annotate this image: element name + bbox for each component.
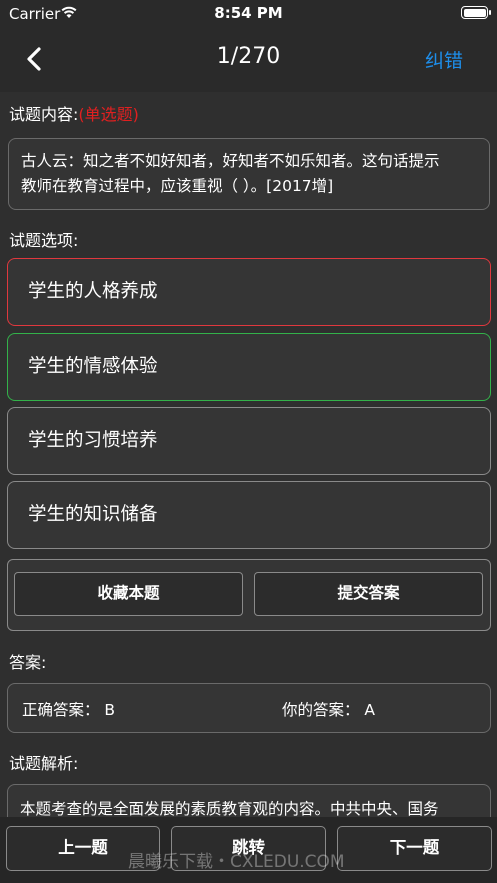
question-text-box: 古人云：知之者不如好知者，好知者不如乐知者。这句话提示 教师在教育过程中，应该重…	[8, 138, 490, 210]
next-question-button[interactable]: 下一题	[337, 826, 492, 871]
clock: 8:54 PM	[214, 4, 283, 22]
bottom-toolbar: 上一题 跳转 下一题	[0, 817, 497, 883]
options-section-label: 试题选项:	[9, 231, 79, 250]
option-d[interactable]: 学生的知识储备	[7, 481, 491, 549]
jump-button[interactable]: 跳转	[171, 826, 326, 871]
submit-answer-button[interactable]: 提交答案	[254, 572, 483, 616]
question-content: 试题内容:(单选题) 古人云：知之者不如好知者，好知者不如乐知者。这句话提示 教…	[0, 92, 497, 844]
your-answer: 你的答案： A	[282, 701, 376, 719]
option-b[interactable]: 学生的情感体验	[7, 333, 491, 401]
analysis-text: 本题考查的是全面发展的素质教育观的内容。中共中央、国务	[20, 800, 439, 818]
analysis-section-label: 试题解析:	[9, 754, 79, 773]
report-error-button[interactable]: 纠错	[425, 46, 463, 73]
navigation-bar: 1/270 纠错	[0, 26, 497, 92]
answer-box: 正确答案： B 你的答案： A	[7, 683, 491, 733]
action-panel: 收藏本题 提交答案	[7, 559, 491, 631]
battery-icon	[461, 6, 491, 19]
answer-section-label: 答案:	[9, 653, 47, 672]
status-bar: Carrier 8:54 PM	[0, 0, 497, 26]
question-section-label: 试题内容:(单选题)	[9, 101, 139, 125]
option-a[interactable]: 学生的人格养成	[7, 258, 491, 326]
correct-answer: 正确答案： B	[22, 701, 116, 719]
question-text-line-1: 古人云：知之者不如好知者，好知者不如乐知者。这句话提示	[21, 152, 440, 170]
question-text-line-2: 教师在教育过程中，应该重视（ ）。[2017增]	[21, 177, 334, 195]
option-c[interactable]: 学生的习惯培养	[7, 407, 491, 475]
favorite-button[interactable]: 收藏本题	[14, 572, 243, 616]
question-counter: 1/270	[216, 44, 281, 69]
question-type-tag: (单选题)	[78, 105, 139, 124]
question-label: 试题内容:	[9, 105, 79, 124]
previous-question-button[interactable]: 上一题	[6, 826, 160, 871]
